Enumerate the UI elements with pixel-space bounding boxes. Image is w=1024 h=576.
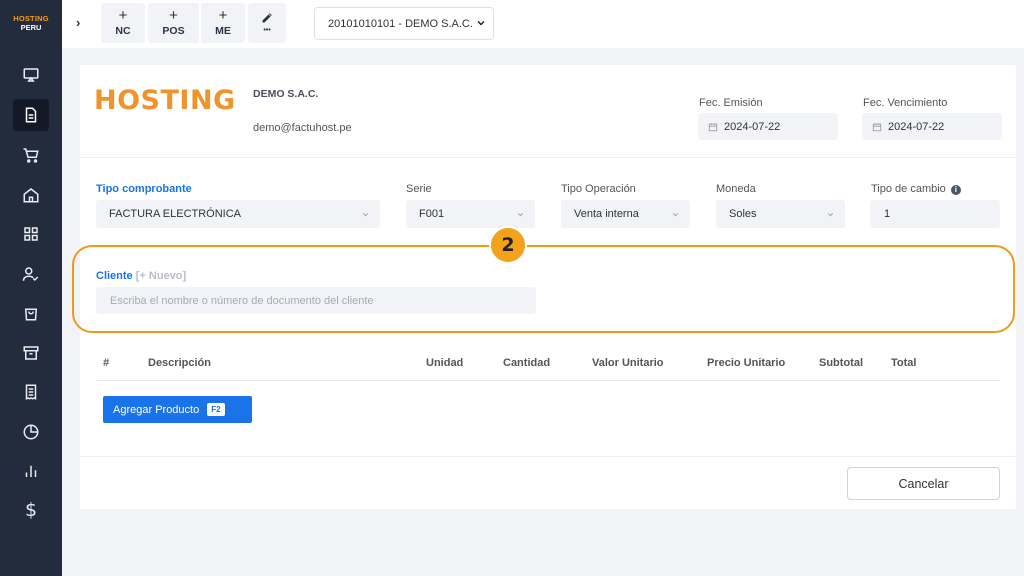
company-name: DEMO S.A.C. [253, 88, 319, 100]
col-header-valor-unitario: Valor Unitario [592, 357, 664, 369]
sidebar-item-bar-chart[interactable] [13, 455, 49, 487]
sidebar-item-archive[interactable] [13, 337, 49, 369]
fec-vencimiento-label: Fec. Vencimiento [863, 97, 948, 109]
step-badge: 2 [489, 226, 527, 264]
col-header-total: Total [891, 357, 917, 369]
pencil-icon [262, 13, 272, 23]
brand-logo: HOSTING [94, 85, 236, 116]
sidebar-item-monitor[interactable] [13, 59, 49, 91]
add-product-label: Agregar Producto [113, 403, 200, 416]
home-icon [23, 188, 39, 203]
sidebar-item-receipt[interactable] [13, 376, 49, 408]
table-header-divider [96, 380, 1000, 381]
moneda-label: Moneda [716, 183, 756, 195]
sidebar-item-grid[interactable] [13, 218, 49, 250]
shopping-bag-icon [24, 308, 38, 321]
chevron-down-icon [362, 212, 369, 217]
tipo-cambio-label-wrap: Tipo de cambio i [871, 183, 961, 195]
tipo-comprobante-select[interactable]: FACTURA ELECTRÓNICA [96, 200, 380, 228]
plus-icon: + [118, 7, 128, 24]
fec-vencimiento-value: 2024-07-22 [888, 120, 945, 133]
tipo-operacion-label: Tipo Operación [561, 183, 636, 195]
tipo-comprobante-label: Tipo comprobante [96, 183, 192, 195]
bar-chart-icon [25, 465, 37, 477]
receipt-icon [25, 384, 37, 400]
sidebar-item-documents[interactable] [13, 99, 49, 131]
col-header-descripcion: Descripción [148, 357, 211, 369]
cancel-button[interactable]: Cancelar [847, 467, 1000, 500]
fec-emision-input[interactable]: 2024-07-22 [698, 113, 838, 140]
new-nc-label: NC [115, 25, 131, 37]
col-header-subtotal: Subtotal [819, 357, 863, 369]
monitor-icon [23, 68, 39, 82]
moneda-select[interactable]: Soles [716, 200, 845, 228]
pie-chart-icon [23, 424, 39, 440]
new-me-button[interactable]: + ME [201, 3, 245, 43]
fec-emision-label: Fec. Emisión [699, 97, 763, 109]
col-header-number: # [103, 357, 110, 369]
col-header-precio-unitario: Precio Unitario [707, 357, 786, 369]
info-icon[interactable]: i [950, 185, 961, 195]
plus-icon: + [218, 7, 228, 24]
new-me-label: ME [215, 25, 231, 37]
divider [80, 456, 1016, 457]
user-check-icon [22, 267, 39, 282]
expand-sidebar-icon[interactable]: › [76, 15, 80, 30]
calendar-icon [708, 122, 718, 131]
dollar-icon: $ [24, 499, 38, 521]
serie-value: F001 [419, 208, 445, 220]
add-product-button[interactable]: Agregar Producto F2 [103, 396, 252, 423]
cart-icon [23, 148, 39, 163]
sidebar-item-bag[interactable] [13, 297, 49, 329]
company-select-value: 20101010101 - DEMO S.A.C. [328, 17, 473, 30]
serie-select[interactable]: F001 [406, 200, 535, 228]
sidebar-item-home[interactable] [13, 179, 49, 211]
tipo-cambio-value: 1 [884, 208, 891, 220]
company-select[interactable]: 20101010101 - DEMO S.A.C. [314, 7, 494, 40]
tipo-operacion-value: Venta interna [574, 208, 639, 220]
new-nc-button[interactable]: + NC [101, 3, 145, 43]
fec-vencimiento-input[interactable]: 2024-07-22 [862, 113, 1002, 140]
shortcut-badge: F2 [207, 403, 225, 416]
grid-icon [24, 227, 38, 241]
top-bar: › + NC + POS + ME ••• 20101010101 - DEMO… [62, 0, 1024, 48]
more-label: ••• [263, 27, 271, 34]
chevron-down-icon [517, 212, 524, 217]
archive-icon [23, 346, 39, 360]
app-logo[interactable]: HOSTING PERU [8, 14, 54, 32]
chevron-down-icon [827, 212, 834, 217]
fec-emision-value: 2024-07-22 [724, 120, 781, 133]
edit-more-button[interactable]: ••• [248, 3, 286, 43]
divider [80, 157, 1016, 158]
tipo-comprobante-value: FACTURA ELECTRÓNICA [109, 208, 242, 220]
sidebar-item-dollar[interactable]: $ [13, 494, 49, 526]
new-pos-label: POS [162, 25, 185, 37]
calendar-icon [872, 122, 882, 131]
chevron-down-icon [477, 20, 485, 26]
sidebar-item-clients[interactable] [13, 258, 49, 290]
sidebar: HOSTING PERU $ [0, 0, 62, 576]
document-icon [25, 107, 37, 123]
sidebar-item-cart[interactable] [13, 139, 49, 171]
col-header-cantidad: Cantidad [503, 357, 551, 369]
company-email: demo@factuhost.pe [253, 122, 352, 134]
plus-icon: + [169, 7, 178, 24]
tutorial-highlight-frame [72, 245, 1015, 333]
col-header-unidad: Unidad [426, 357, 464, 369]
tipo-cambio-label: Tipo de cambio [871, 183, 946, 195]
tipo-cambio-input[interactable]: 1 [870, 200, 1000, 228]
new-pos-button[interactable]: + POS [148, 3, 199, 43]
sidebar-item-pie-chart[interactable] [13, 416, 49, 448]
moneda-value: Soles [729, 208, 757, 220]
logo-text-hosting: HOSTING [13, 14, 49, 23]
serie-label: Serie [406, 183, 432, 195]
logo-text-peru: PERU [20, 23, 42, 32]
tipo-operacion-select[interactable]: Venta interna [561, 200, 690, 228]
chevron-down-icon [672, 212, 679, 217]
